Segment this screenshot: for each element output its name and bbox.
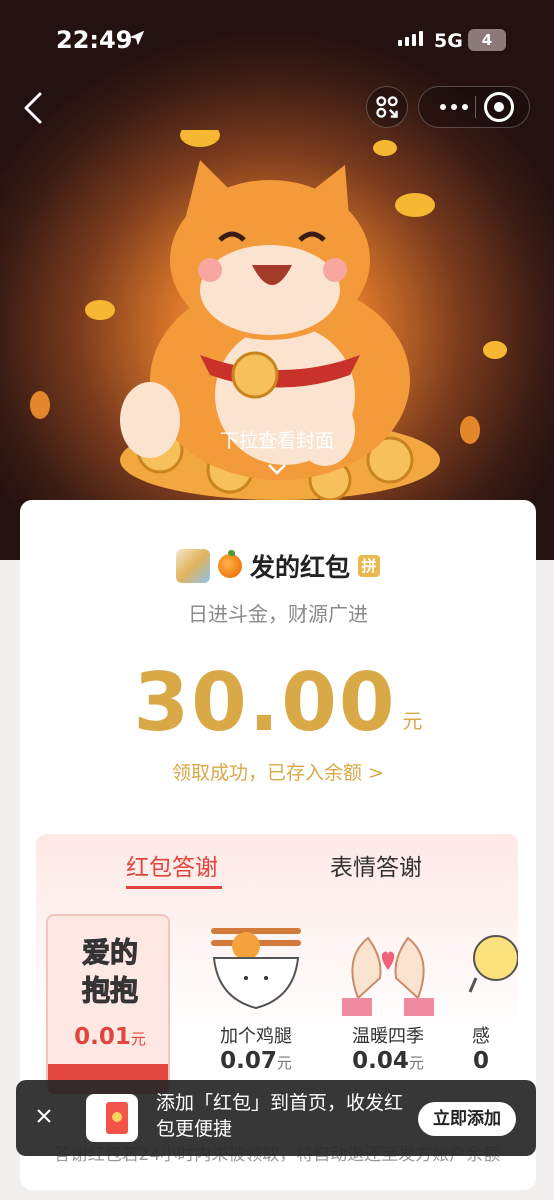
balance-link[interactable]: 领取成功，已存入余额 >	[20, 758, 536, 785]
tab-sticker-thanks[interactable]: 表情答谢	[330, 848, 422, 882]
status-bar: 22:49 5G 4	[0, 0, 554, 84]
sticker-thumbnail-icon	[468, 935, 518, 993]
active-tab-underline	[126, 886, 222, 889]
grid-scan-icon	[376, 96, 398, 118]
thanks-item-thanks[interactable]: 感 0	[466, 914, 518, 1094]
tab-red-packet-thanks[interactable]: 红包答谢	[126, 848, 218, 882]
status-time: 22:49	[56, 26, 133, 54]
item-name: 温暖四季	[352, 1026, 424, 1047]
amount-unit: 元	[402, 709, 423, 733]
capsule-divider	[475, 96, 476, 118]
orange-emoji-icon	[217, 550, 242, 578]
item-price: 0.01元	[74, 1024, 146, 1050]
avatar[interactable]	[175, 549, 210, 583]
sender-name: 发的红包	[249, 553, 350, 582]
scan-code-button[interactable]	[366, 86, 408, 128]
rice-bowl-icon	[211, 928, 301, 1010]
item-name: 感	[472, 1026, 490, 1047]
thanks-item-hug[interactable]: 爱的 抱抱 0.01元	[46, 914, 170, 1094]
item-price: 0.07元	[220, 1048, 292, 1074]
item-price: 0	[472, 1048, 489, 1074]
red-packet-icon	[86, 1094, 138, 1142]
item-name: 加个鸡腿	[220, 1026, 292, 1047]
toast-text: 添加「红包」到首页，收发红包更便捷	[156, 1092, 404, 1140]
location-arrow-icon	[129, 30, 145, 46]
add-to-home-toast: 添加「红包」到首页，收发红包更便捷 立即添加	[16, 1080, 536, 1156]
amount-value: 30.00	[133, 656, 397, 749]
close-icon[interactable]	[34, 1106, 54, 1126]
item-price: 0.04元	[352, 1048, 424, 1074]
back-arrow-icon[interactable]	[18, 88, 50, 128]
group-tag-badge: 拼	[358, 555, 380, 577]
thanks-item-drumstick[interactable]: 加个鸡腿 0.07元	[194, 914, 318, 1094]
chevron-down-icon	[268, 464, 286, 475]
cover-image[interactable]: 22:49 5G 4 下拉查看封面	[0, 0, 554, 560]
svg-text:爱的: 爱的	[82, 936, 138, 969]
thanks-item-warm-seasons[interactable]: 温暖四季 0.04元	[326, 914, 450, 1094]
cellular-signal-icon	[398, 31, 423, 46]
pull-hint: 下拉查看封面	[219, 430, 334, 452]
close-mini-program-icon[interactable]	[484, 92, 514, 122]
wish-text: 日进斗金，财源广进	[188, 602, 368, 626]
add-now-button[interactable]: 立即添加	[418, 1102, 516, 1136]
more-menu-icon[interactable]	[432, 94, 476, 120]
network-type: 5G	[434, 30, 463, 52]
svg-text:抱抱: 抱抱	[82, 974, 138, 1007]
battery-indicator: 4	[468, 29, 506, 51]
heart-hands-icon	[342, 936, 434, 1016]
hug-sticker-icon: 爱的 抱抱	[81, 936, 138, 1008]
sender-row: 发的红包 拼	[20, 548, 536, 584]
amount-display: 30.00 元	[20, 658, 536, 748]
